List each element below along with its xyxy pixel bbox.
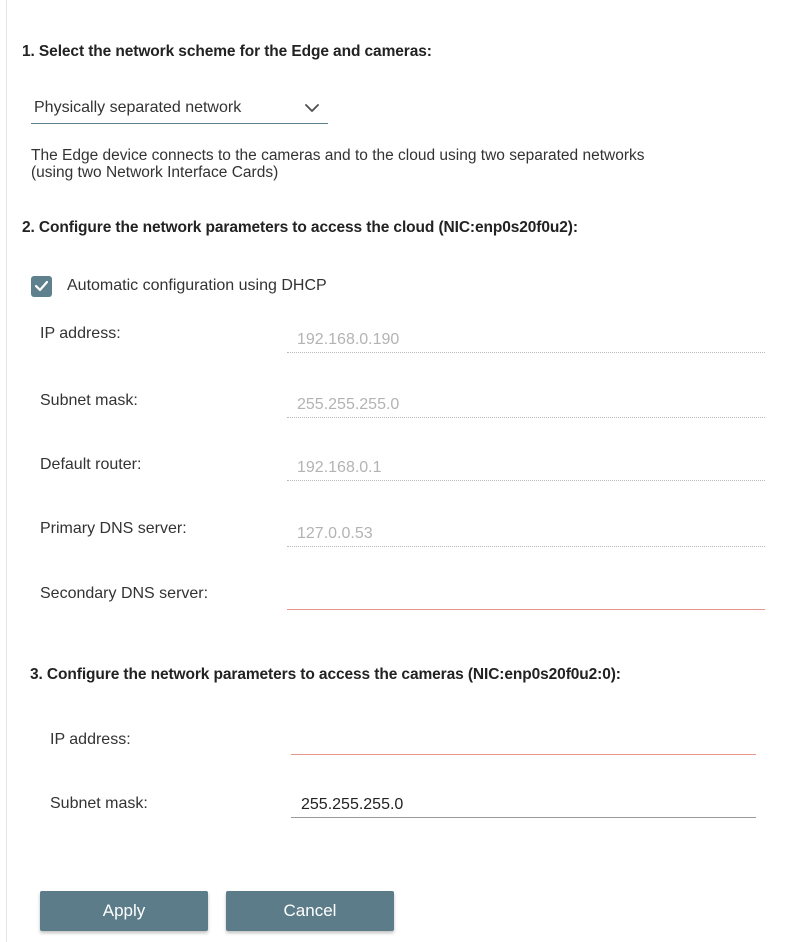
cloud-subnet-mask-input[interactable] (287, 393, 765, 417)
cloud-ip-address-field[interactable] (287, 328, 765, 353)
checkmark-icon (34, 280, 49, 292)
dhcp-checkbox-row[interactable]: Automatic configuration using DHCP (31, 274, 327, 298)
cloud-ip-address-input[interactable] (287, 328, 765, 352)
cancel-button[interactable]: Cancel (226, 891, 394, 931)
network-settings-page: 1. Select the network scheme for the Edg… (0, 0, 787, 942)
network-scheme-selected-value: Physically separated network (34, 99, 242, 116)
primary-dns-input[interactable] (287, 522, 765, 546)
section-2-title: 2. Configure the network parameters to a… (22, 219, 578, 236)
section-3-title: 3. Configure the network parameters to a… (30, 666, 621, 683)
secondary-dns-input[interactable] (287, 585, 765, 609)
description-line-2: (using two Network Interface Cards) (31, 164, 279, 181)
cloud-ip-address-label: IP address: (40, 325, 121, 342)
section-1-title: 1. Select the network scheme for the Edg… (22, 43, 432, 60)
primary-dns-field[interactable] (287, 522, 765, 547)
camera-ip-address-label: IP address: (50, 731, 131, 748)
description-line-1: The Edge device connects to the cameras … (31, 147, 645, 164)
primary-dns-label: Primary DNS server: (40, 520, 187, 537)
dhcp-checkbox[interactable] (31, 275, 52, 297)
default-router-field[interactable] (287, 456, 765, 481)
default-router-label: Default router: (40, 456, 142, 473)
camera-subnet-mask-input[interactable] (291, 793, 756, 817)
camera-ip-address-input[interactable] (291, 730, 756, 754)
secondary-dns-label: Secondary DNS server: (40, 585, 209, 602)
cloud-subnet-mask-label: Subnet mask: (40, 392, 138, 409)
cloud-subnet-mask-field[interactable] (287, 393, 765, 418)
chevron-down-icon (305, 104, 319, 112)
network-scheme-description: The Edge device connects to the cameras … (31, 147, 771, 181)
secondary-dns-field[interactable] (287, 585, 765, 610)
left-divider (6, 0, 7, 942)
camera-subnet-mask-field[interactable] (291, 793, 756, 818)
apply-button[interactable]: Apply (40, 891, 208, 931)
dhcp-checkbox-label: Automatic configuration using DHCP (67, 277, 327, 294)
camera-subnet-mask-label: Subnet mask: (50, 795, 148, 812)
camera-ip-address-field[interactable] (291, 730, 756, 755)
default-router-input[interactable] (287, 456, 765, 480)
network-scheme-select[interactable]: Physically separated network (31, 94, 328, 124)
